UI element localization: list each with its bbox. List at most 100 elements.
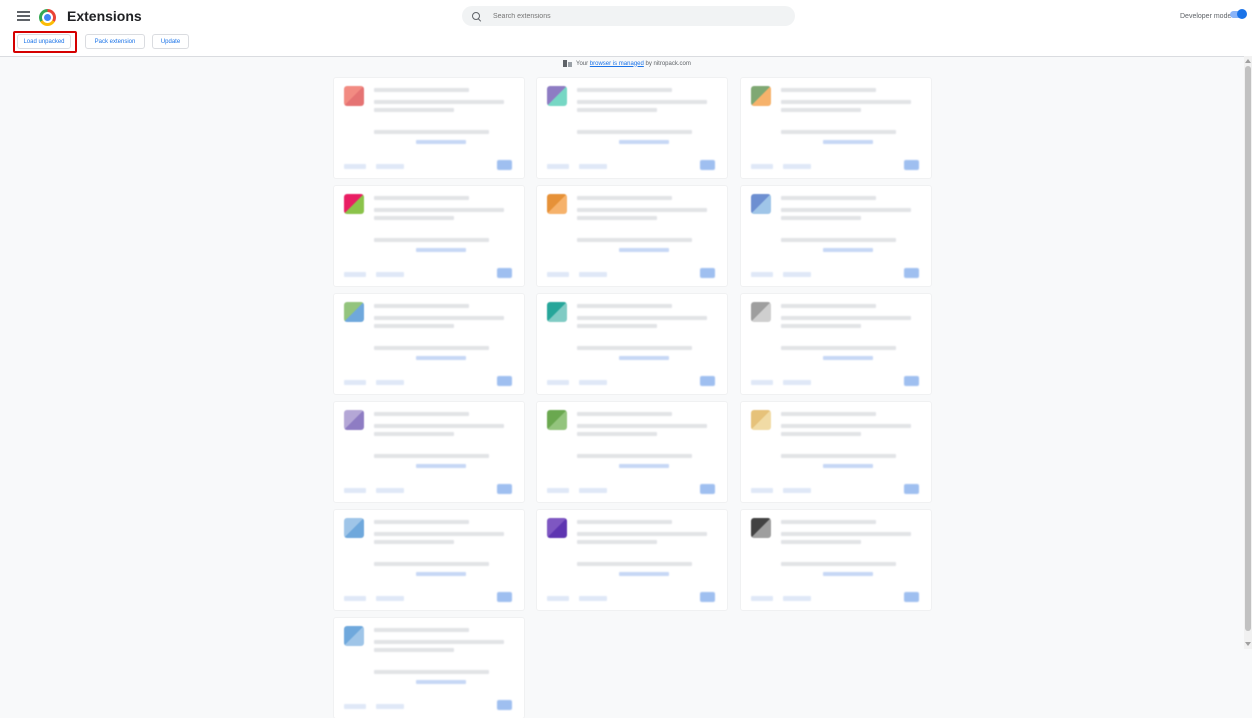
extension-card[interactable]	[537, 294, 727, 394]
extension-card-button[interactable]	[783, 380, 811, 385]
extension-card-text	[374, 532, 504, 536]
extension-card-button[interactable]	[376, 272, 404, 277]
extension-card-text	[416, 356, 466, 360]
extension-card-text	[781, 412, 876, 416]
extension-card[interactable]	[334, 402, 524, 502]
extensions-toolbar: Extensions Developer mode Load unpacked …	[0, 0, 1252, 57]
extension-card-button[interactable]	[344, 704, 366, 709]
extension-enable-toggle[interactable]	[904, 592, 919, 602]
extension-card[interactable]	[537, 402, 727, 502]
extension-icon	[547, 194, 567, 214]
search-input[interactable]	[491, 11, 775, 21]
extension-enable-toggle[interactable]	[497, 592, 512, 602]
extension-icon	[344, 410, 364, 430]
extension-card-text	[781, 130, 896, 134]
extension-enable-toggle[interactable]	[904, 484, 919, 494]
extension-card-button[interactable]	[344, 488, 366, 493]
extension-card-text	[577, 454, 692, 458]
update-button[interactable]: Update	[152, 34, 189, 49]
extension-enable-toggle[interactable]	[497, 376, 512, 386]
extension-card-button[interactable]	[547, 272, 569, 277]
load-unpacked-highlight	[13, 31, 77, 53]
extension-enable-toggle[interactable]	[497, 268, 512, 278]
extension-card-button[interactable]	[547, 596, 569, 601]
extension-card-button[interactable]	[376, 488, 404, 493]
extension-card-text	[577, 100, 707, 104]
scroll-down-arrow-icon[interactable]	[1245, 642, 1251, 646]
extension-card[interactable]	[741, 510, 931, 610]
extension-card-button[interactable]	[344, 164, 366, 169]
extension-card[interactable]	[741, 294, 931, 394]
extension-icon	[751, 518, 771, 538]
extension-enable-toggle[interactable]	[700, 484, 715, 494]
extension-card-button[interactable]	[579, 488, 607, 493]
extension-card-text	[374, 562, 489, 566]
extension-card[interactable]	[537, 510, 727, 610]
scroll-up-arrow-icon[interactable]	[1245, 59, 1251, 63]
extension-enable-toggle[interactable]	[904, 376, 919, 386]
extension-card-button[interactable]	[579, 596, 607, 601]
extension-card-text	[619, 248, 669, 252]
extension-enable-toggle[interactable]	[700, 376, 715, 386]
extension-card-button[interactable]	[547, 380, 569, 385]
extension-enable-toggle[interactable]	[700, 592, 715, 602]
extension-card-text	[577, 216, 657, 220]
extension-card-button[interactable]	[783, 272, 811, 277]
extension-card-button[interactable]	[376, 704, 404, 709]
search-bar[interactable]	[462, 6, 795, 26]
extension-card-button[interactable]	[579, 272, 607, 277]
extension-card-button[interactable]	[751, 272, 773, 277]
extension-card-button[interactable]	[344, 380, 366, 385]
extension-enable-toggle[interactable]	[700, 160, 715, 170]
extension-card-button[interactable]	[783, 596, 811, 601]
extension-enable-toggle[interactable]	[497, 484, 512, 494]
extension-card-text	[374, 540, 454, 544]
extension-card-text	[619, 464, 669, 468]
extension-card[interactable]	[741, 402, 931, 502]
extension-enable-toggle[interactable]	[904, 268, 919, 278]
extension-card-button[interactable]	[376, 164, 404, 169]
extension-card[interactable]	[741, 78, 931, 178]
extension-card-text	[374, 346, 489, 350]
extension-card[interactable]	[334, 618, 524, 718]
extension-card-text	[374, 88, 469, 92]
extension-card-button[interactable]	[751, 488, 773, 493]
extension-card[interactable]	[334, 294, 524, 394]
extension-card-button[interactable]	[547, 164, 569, 169]
scrollbar[interactable]	[1244, 56, 1252, 649]
extension-card[interactable]	[741, 186, 931, 286]
extension-card-text	[781, 316, 911, 320]
extension-card[interactable]	[537, 78, 727, 178]
extension-card-text	[374, 304, 469, 308]
extension-card-button[interactable]	[344, 272, 366, 277]
extension-card-text	[781, 208, 911, 212]
scrollbar-thumb[interactable]	[1245, 66, 1251, 631]
extension-card-button[interactable]	[783, 488, 811, 493]
extension-card-button[interactable]	[344, 596, 366, 601]
browser-managed-link[interactable]: browser is managed	[590, 61, 644, 67]
extension-card-button[interactable]	[547, 488, 569, 493]
extension-card[interactable]	[334, 510, 524, 610]
extension-enable-toggle[interactable]	[700, 268, 715, 278]
extension-card-button[interactable]	[579, 164, 607, 169]
extension-card-button[interactable]	[579, 380, 607, 385]
extension-card[interactable]	[334, 78, 524, 178]
extension-card-button[interactable]	[751, 380, 773, 385]
extension-card[interactable]	[537, 186, 727, 286]
extension-enable-toggle[interactable]	[497, 700, 512, 710]
extension-card-text	[577, 540, 657, 544]
hamburger-menu-icon[interactable]	[17, 10, 33, 24]
extension-enable-toggle[interactable]	[904, 160, 919, 170]
developer-mode-toggle[interactable]	[1230, 9, 1247, 19]
extension-card-button[interactable]	[783, 164, 811, 169]
extension-enable-toggle[interactable]	[497, 160, 512, 170]
extension-card-button[interactable]	[376, 596, 404, 601]
extension-card[interactable]	[334, 186, 524, 286]
extension-card-text	[781, 216, 861, 220]
extension-card-button[interactable]	[376, 380, 404, 385]
pack-extension-button[interactable]: Pack extension	[85, 34, 145, 49]
extension-card-button[interactable]	[751, 164, 773, 169]
extension-card-text	[781, 454, 896, 458]
extension-card-button[interactable]	[751, 596, 773, 601]
extension-card-text	[577, 520, 672, 524]
